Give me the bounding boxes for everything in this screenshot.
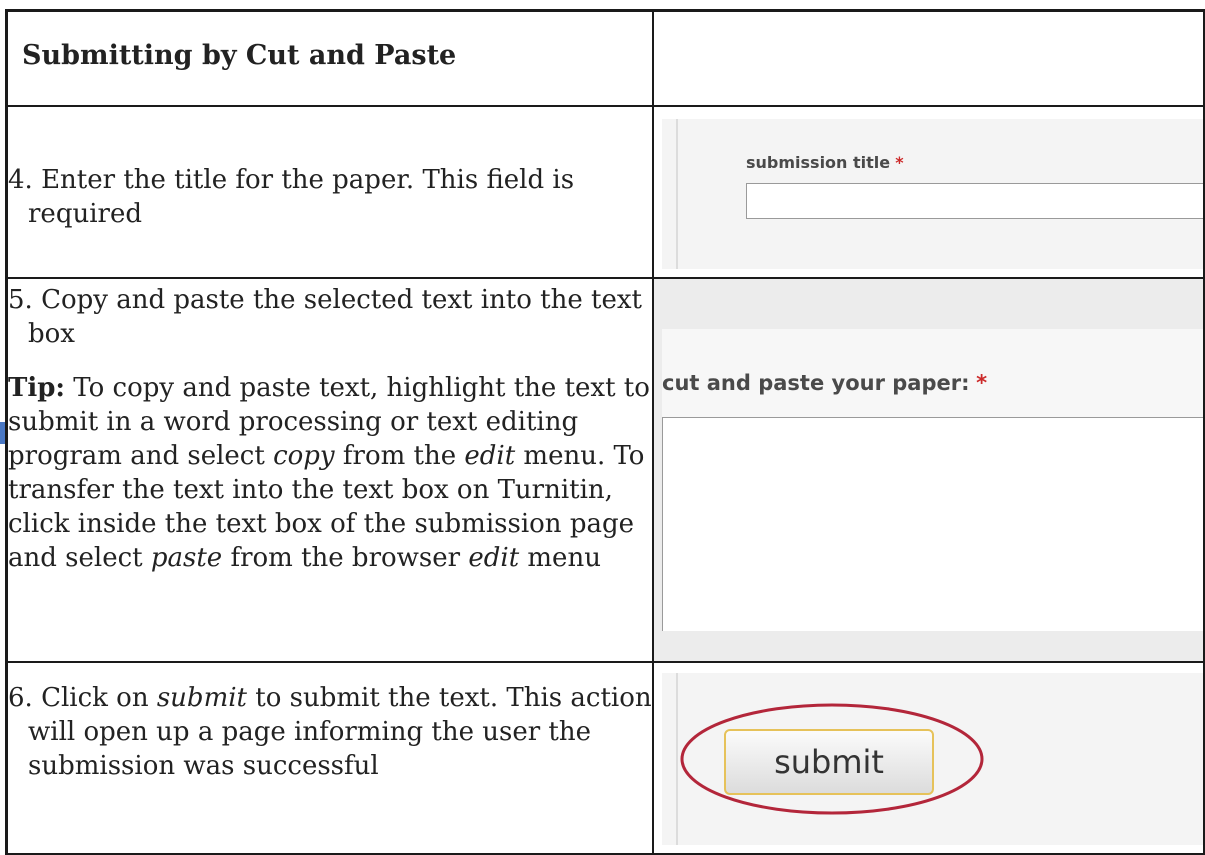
step-5-text-cell: 5. Copy and paste the selected text into… — [5, 277, 654, 663]
submit-panel: submit — [662, 673, 1203, 845]
instructions-table: Submitting by Cut and Paste 4. Enter the… — [5, 9, 1205, 855]
tip-paragraph: Tip: To copy and paste text, highlight t… — [8, 373, 650, 573]
tip-label: Tip: — [8, 373, 66, 403]
submission-title-panel: submission title * — [662, 119, 1203, 269]
paste-paper-textarea[interactable] — [662, 417, 1203, 631]
step-4-text: 4. Enter the title for the paper. This f… — [8, 165, 575, 229]
paste-paper-label: cut and paste your paper: * — [662, 371, 987, 395]
panel-divider — [676, 119, 678, 269]
highlight-ellipse — [680, 703, 984, 815]
submission-title-label-text: submission title — [746, 153, 891, 172]
step-6-text-cell: 6. Click on submit to submit the text. T… — [5, 661, 654, 855]
required-mark: * — [895, 153, 904, 172]
step-row-4: 4. Enter the title for the paper. This f… — [5, 105, 1205, 279]
step-5-image-cell: cut and paste your paper: * — [652, 277, 1205, 663]
step-row-5: 5. Copy and paste the selected text into… — [5, 277, 1205, 663]
step-6-image-cell: submit — [652, 661, 1205, 855]
submission-title-input[interactable] — [746, 183, 1203, 219]
step-4-text-cell: 4. Enter the title for the paper. This f… — [5, 105, 654, 279]
step-6-text: 6. Click on submit to submit the text. T… — [8, 683, 652, 781]
step-4-image-cell: submission title * — [652, 105, 1205, 279]
step-row-6: 6. Click on submit to submit the text. T… — [5, 661, 1205, 855]
required-mark: * — [976, 371, 988, 395]
section-title: Submitting by Cut and Paste — [5, 9, 654, 107]
header-empty-cell — [652, 9, 1205, 107]
submission-title-label: submission title * — [746, 153, 904, 172]
highlight-ellipse-shape — [680, 703, 984, 815]
paste-paper-label-text: cut and paste your paper: — [662, 371, 970, 395]
table-header-row: Submitting by Cut and Paste — [5, 9, 1205, 107]
section-title-text: Submitting by Cut and Paste — [22, 40, 457, 71]
step-5-text: 5. Copy and paste the selected text into… — [8, 285, 642, 349]
paste-paper-panel: cut and paste your paper: * — [662, 329, 1203, 631]
